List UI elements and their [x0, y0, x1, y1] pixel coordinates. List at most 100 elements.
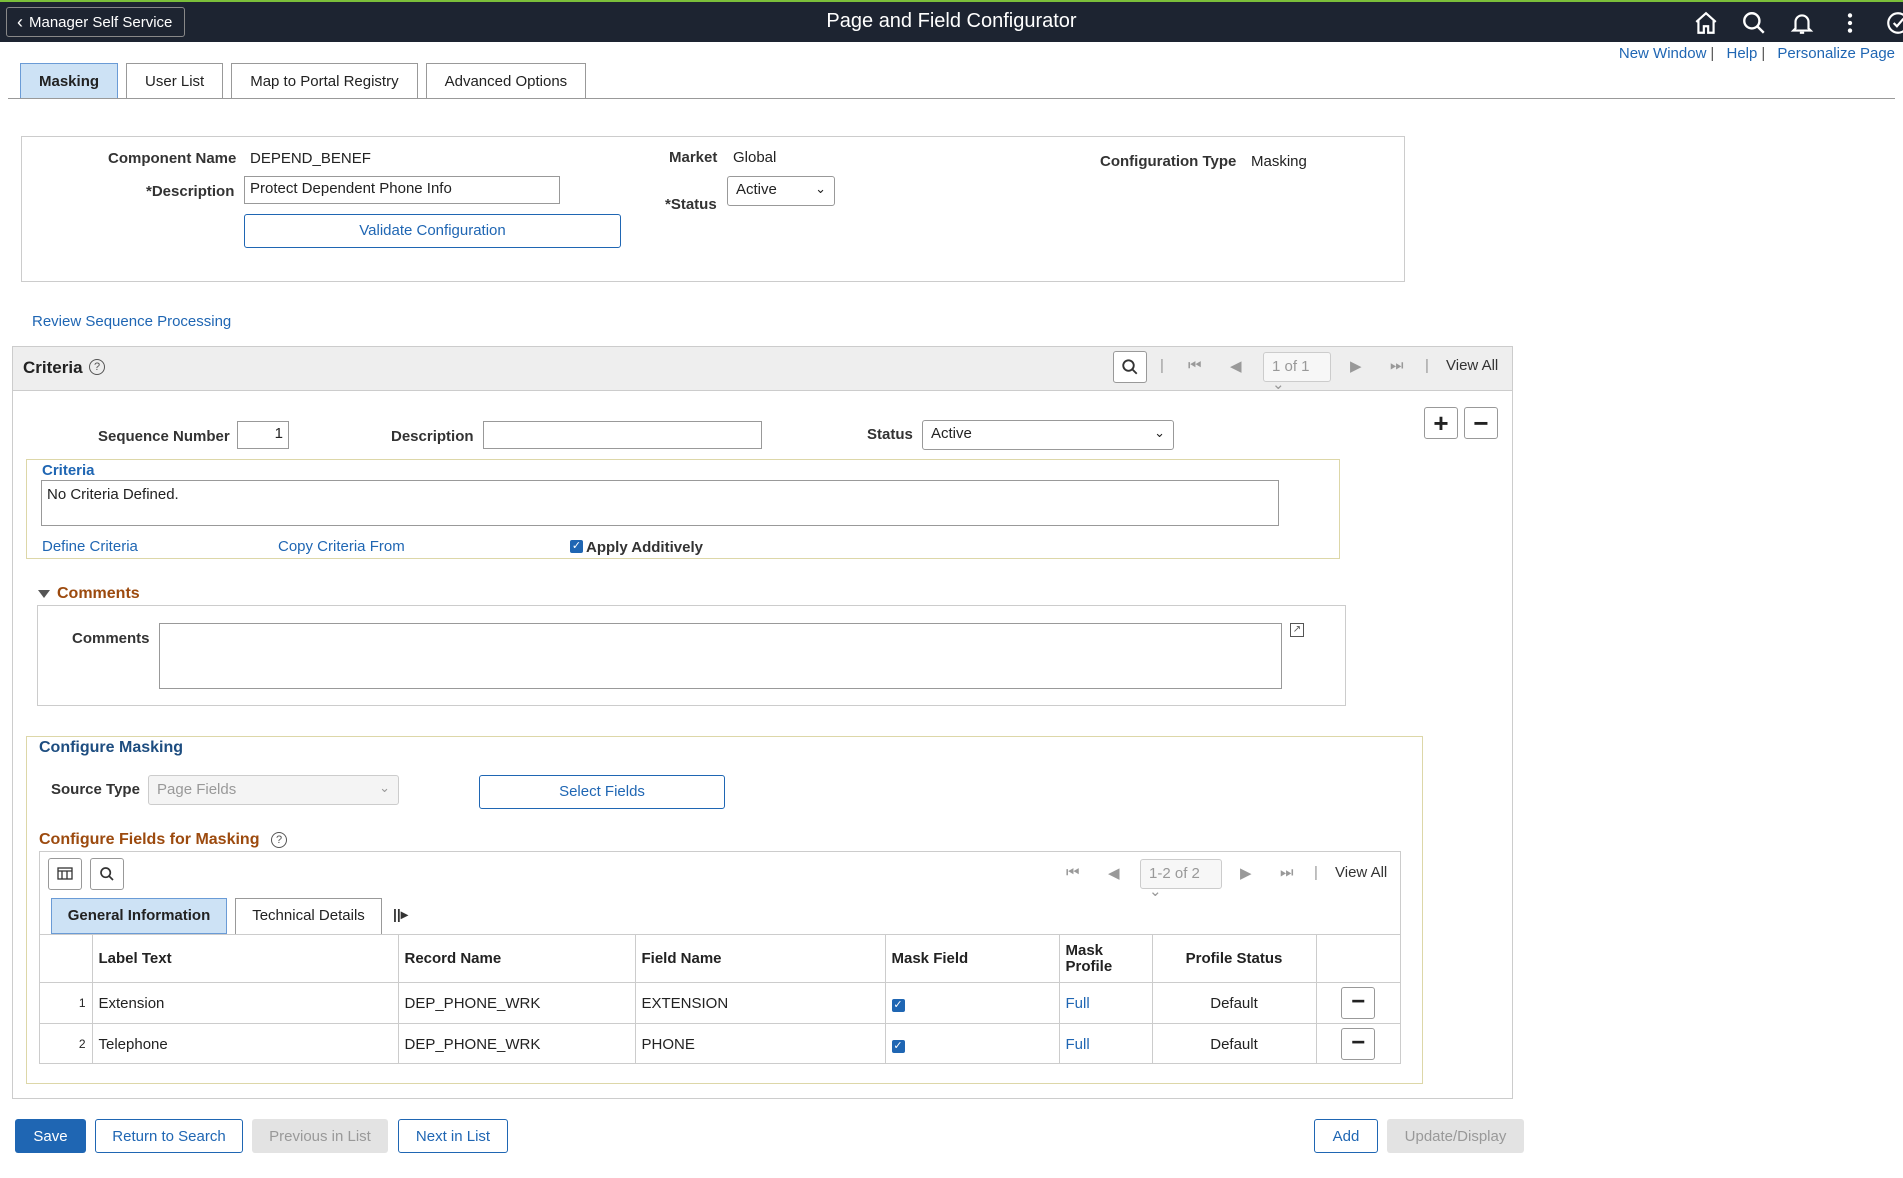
- component-name-value: DEPEND_BENEF: [250, 150, 371, 167]
- validate-configuration-button[interactable]: Validate Configuration: [244, 214, 621, 248]
- search-icon: [1122, 359, 1138, 375]
- row-number: 2: [40, 1023, 93, 1064]
- column-header-mask-profile: Mask Profile: [1059, 934, 1153, 983]
- mask-field-checkbox[interactable]: ✓: [891, 1039, 905, 1053]
- mask-profile-link[interactable]: Full: [1059, 982, 1153, 1024]
- subtab-general-information[interactable]: General Information: [51, 898, 227, 934]
- previous-page-icon[interactable]: ◀: [1230, 357, 1242, 375]
- source-type-label: Source Type: [51, 781, 140, 798]
- save-button[interactable]: Save: [15, 1119, 86, 1153]
- review-sequence-processing-link[interactable]: Review Sequence Processing: [32, 313, 231, 330]
- tab-map-to-portal-registry[interactable]: Map to Portal Registry: [231, 63, 418, 99]
- subtab-technical-details[interactable]: Technical Details: [235, 898, 382, 934]
- next-in-list-button[interactable]: Next in List: [398, 1119, 508, 1153]
- delete-row-button[interactable]: −: [1341, 987, 1376, 1019]
- criteria-title: Criteria: [23, 358, 83, 377]
- source-type-value: Page Fields: [157, 781, 237, 798]
- status-label: *Status: [665, 196, 717, 213]
- source-type-select: Page Fields ⌄: [148, 775, 399, 805]
- return-to-search-button[interactable]: Return to Search: [95, 1119, 243, 1153]
- next-page-icon[interactable]: ▶: [1350, 357, 1362, 375]
- bell-icon[interactable]: [1789, 10, 1815, 36]
- help-link[interactable]: Help: [1726, 45, 1757, 62]
- market-label: Market: [669, 149, 718, 166]
- search-icon[interactable]: [1741, 10, 1767, 36]
- row-number: 1: [40, 982, 93, 1024]
- fields-pager-value: 1-2 of 2: [1149, 865, 1200, 882]
- first-page-icon[interactable]: ⏮: [1066, 864, 1080, 881]
- header-links: New Window | Help | Personalize Page: [1618, 45, 1895, 62]
- next-page-icon[interactable]: ▶: [1240, 864, 1252, 882]
- show-all-columns-icon[interactable]: ||▸: [393, 906, 408, 923]
- description-input[interactable]: Protect Dependent Phone Info: [244, 176, 560, 204]
- delete-row-button[interactable]: −: [1464, 407, 1498, 439]
- fields-pager-select[interactable]: 1-2 of 2 ⌄: [1140, 859, 1222, 900]
- label-text-cell: Telephone: [92, 1023, 399, 1064]
- navbar-icon[interactable]: [1885, 10, 1903, 36]
- define-criteria-link[interactable]: Define Criteria: [42, 538, 138, 555]
- help-icon[interactable]: ?: [271, 832, 287, 848]
- search-icon: [100, 867, 114, 881]
- personalize-page-link[interactable]: Personalize Page: [1777, 45, 1895, 62]
- new-window-link[interactable]: New Window: [1619, 45, 1707, 62]
- more-icon[interactable]: [1837, 10, 1863, 36]
- previous-in-list-button: Previous in List: [252, 1119, 388, 1153]
- separator: |: [1314, 864, 1318, 881]
- configuration-type-label: Configuration Type: [1100, 153, 1237, 170]
- last-page-icon[interactable]: ⏭: [1390, 357, 1404, 374]
- delete-cell: −: [1316, 982, 1400, 1024]
- previous-page-icon[interactable]: ◀: [1108, 864, 1120, 882]
- label-text-cell: Extension: [92, 982, 399, 1024]
- configure-fields-title: Configure Fields for Masking: [39, 831, 260, 848]
- collapse-triangle-icon[interactable]: [38, 590, 50, 598]
- top-icons: [1693, 10, 1903, 36]
- criteria-status-select[interactable]: Active ⌄: [922, 420, 1174, 450]
- comments-textarea[interactable]: [159, 623, 1282, 689]
- mask-field-cell: ✓: [885, 1023, 1060, 1064]
- add-button[interactable]: Add: [1314, 1119, 1378, 1153]
- home-icon[interactable]: [1693, 10, 1719, 36]
- apply-additively-label: Apply Additively: [586, 539, 703, 556]
- help-icon[interactable]: ?: [89, 359, 105, 375]
- configure-masking-title: Configure Masking: [39, 739, 184, 756]
- grid-search-button[interactable]: [90, 858, 124, 890]
- row-number-header: [40, 934, 93, 983]
- description-label: *Description: [146, 183, 235, 200]
- first-page-icon[interactable]: ⏮: [1188, 357, 1202, 374]
- main-tabs: Masking User List Map to Portal Registry…: [20, 63, 587, 99]
- criteria-textarea[interactable]: No Criteria Defined.: [41, 480, 1279, 526]
- tab-masking[interactable]: Masking: [20, 63, 119, 99]
- top-bar: ‹ Manager Self Service Page and Field Co…: [0, 0, 1903, 42]
- field-name-cell: EXTENSION: [635, 982, 886, 1024]
- personalize-grid-button[interactable]: [48, 858, 82, 890]
- status-select[interactable]: Active ⌄: [727, 176, 835, 206]
- criteria-description-input[interactable]: [483, 421, 762, 449]
- criteria-search-button[interactable]: [1113, 351, 1147, 383]
- comments-header[interactable]: Comments: [57, 585, 140, 603]
- field-name-cell: PHONE: [635, 1023, 886, 1064]
- expand-textarea-icon[interactable]: ↗: [1290, 623, 1304, 637]
- sequence-number-label: Sequence Number: [98, 428, 230, 445]
- configuration-type-value: Masking: [1251, 153, 1307, 170]
- copy-criteria-from-link[interactable]: Copy Criteria From: [278, 538, 405, 555]
- tab-advanced-options[interactable]: Advanced Options: [425, 63, 587, 99]
- mask-field-cell: ✓: [885, 982, 1060, 1024]
- mask-field-checkbox[interactable]: ✓: [891, 998, 905, 1012]
- minus-icon: −: [1473, 408, 1489, 438]
- criteria-pager-select[interactable]: 1 of 1 ⌄: [1263, 352, 1331, 393]
- sequence-number-input[interactable]: 1: [237, 421, 289, 449]
- mask-profile-link[interactable]: Full: [1059, 1023, 1153, 1064]
- fields-view-all-link[interactable]: View All: [1335, 864, 1387, 881]
- select-fields-button[interactable]: Select Fields: [479, 775, 725, 809]
- criteria-view-all-link[interactable]: View All: [1446, 357, 1498, 374]
- column-header-label-text: Label Text: [92, 934, 399, 983]
- last-page-icon[interactable]: ⏭: [1280, 864, 1294, 881]
- add-row-button[interactable]: +: [1424, 407, 1458, 439]
- apply-additively-checkbox[interactable]: ✓: [570, 540, 583, 553]
- table-row: 2 Telephone DEP_PHONE_WRK PHONE ✓ Full D…: [40, 1023, 1400, 1064]
- record-name-cell: DEP_PHONE_WRK: [398, 1023, 636, 1064]
- delete-row-button[interactable]: −: [1341, 1028, 1376, 1060]
- tab-user-list[interactable]: User List: [126, 63, 224, 99]
- criteria-label: Criteria: [42, 462, 95, 479]
- status-select-value: Active: [736, 181, 777, 198]
